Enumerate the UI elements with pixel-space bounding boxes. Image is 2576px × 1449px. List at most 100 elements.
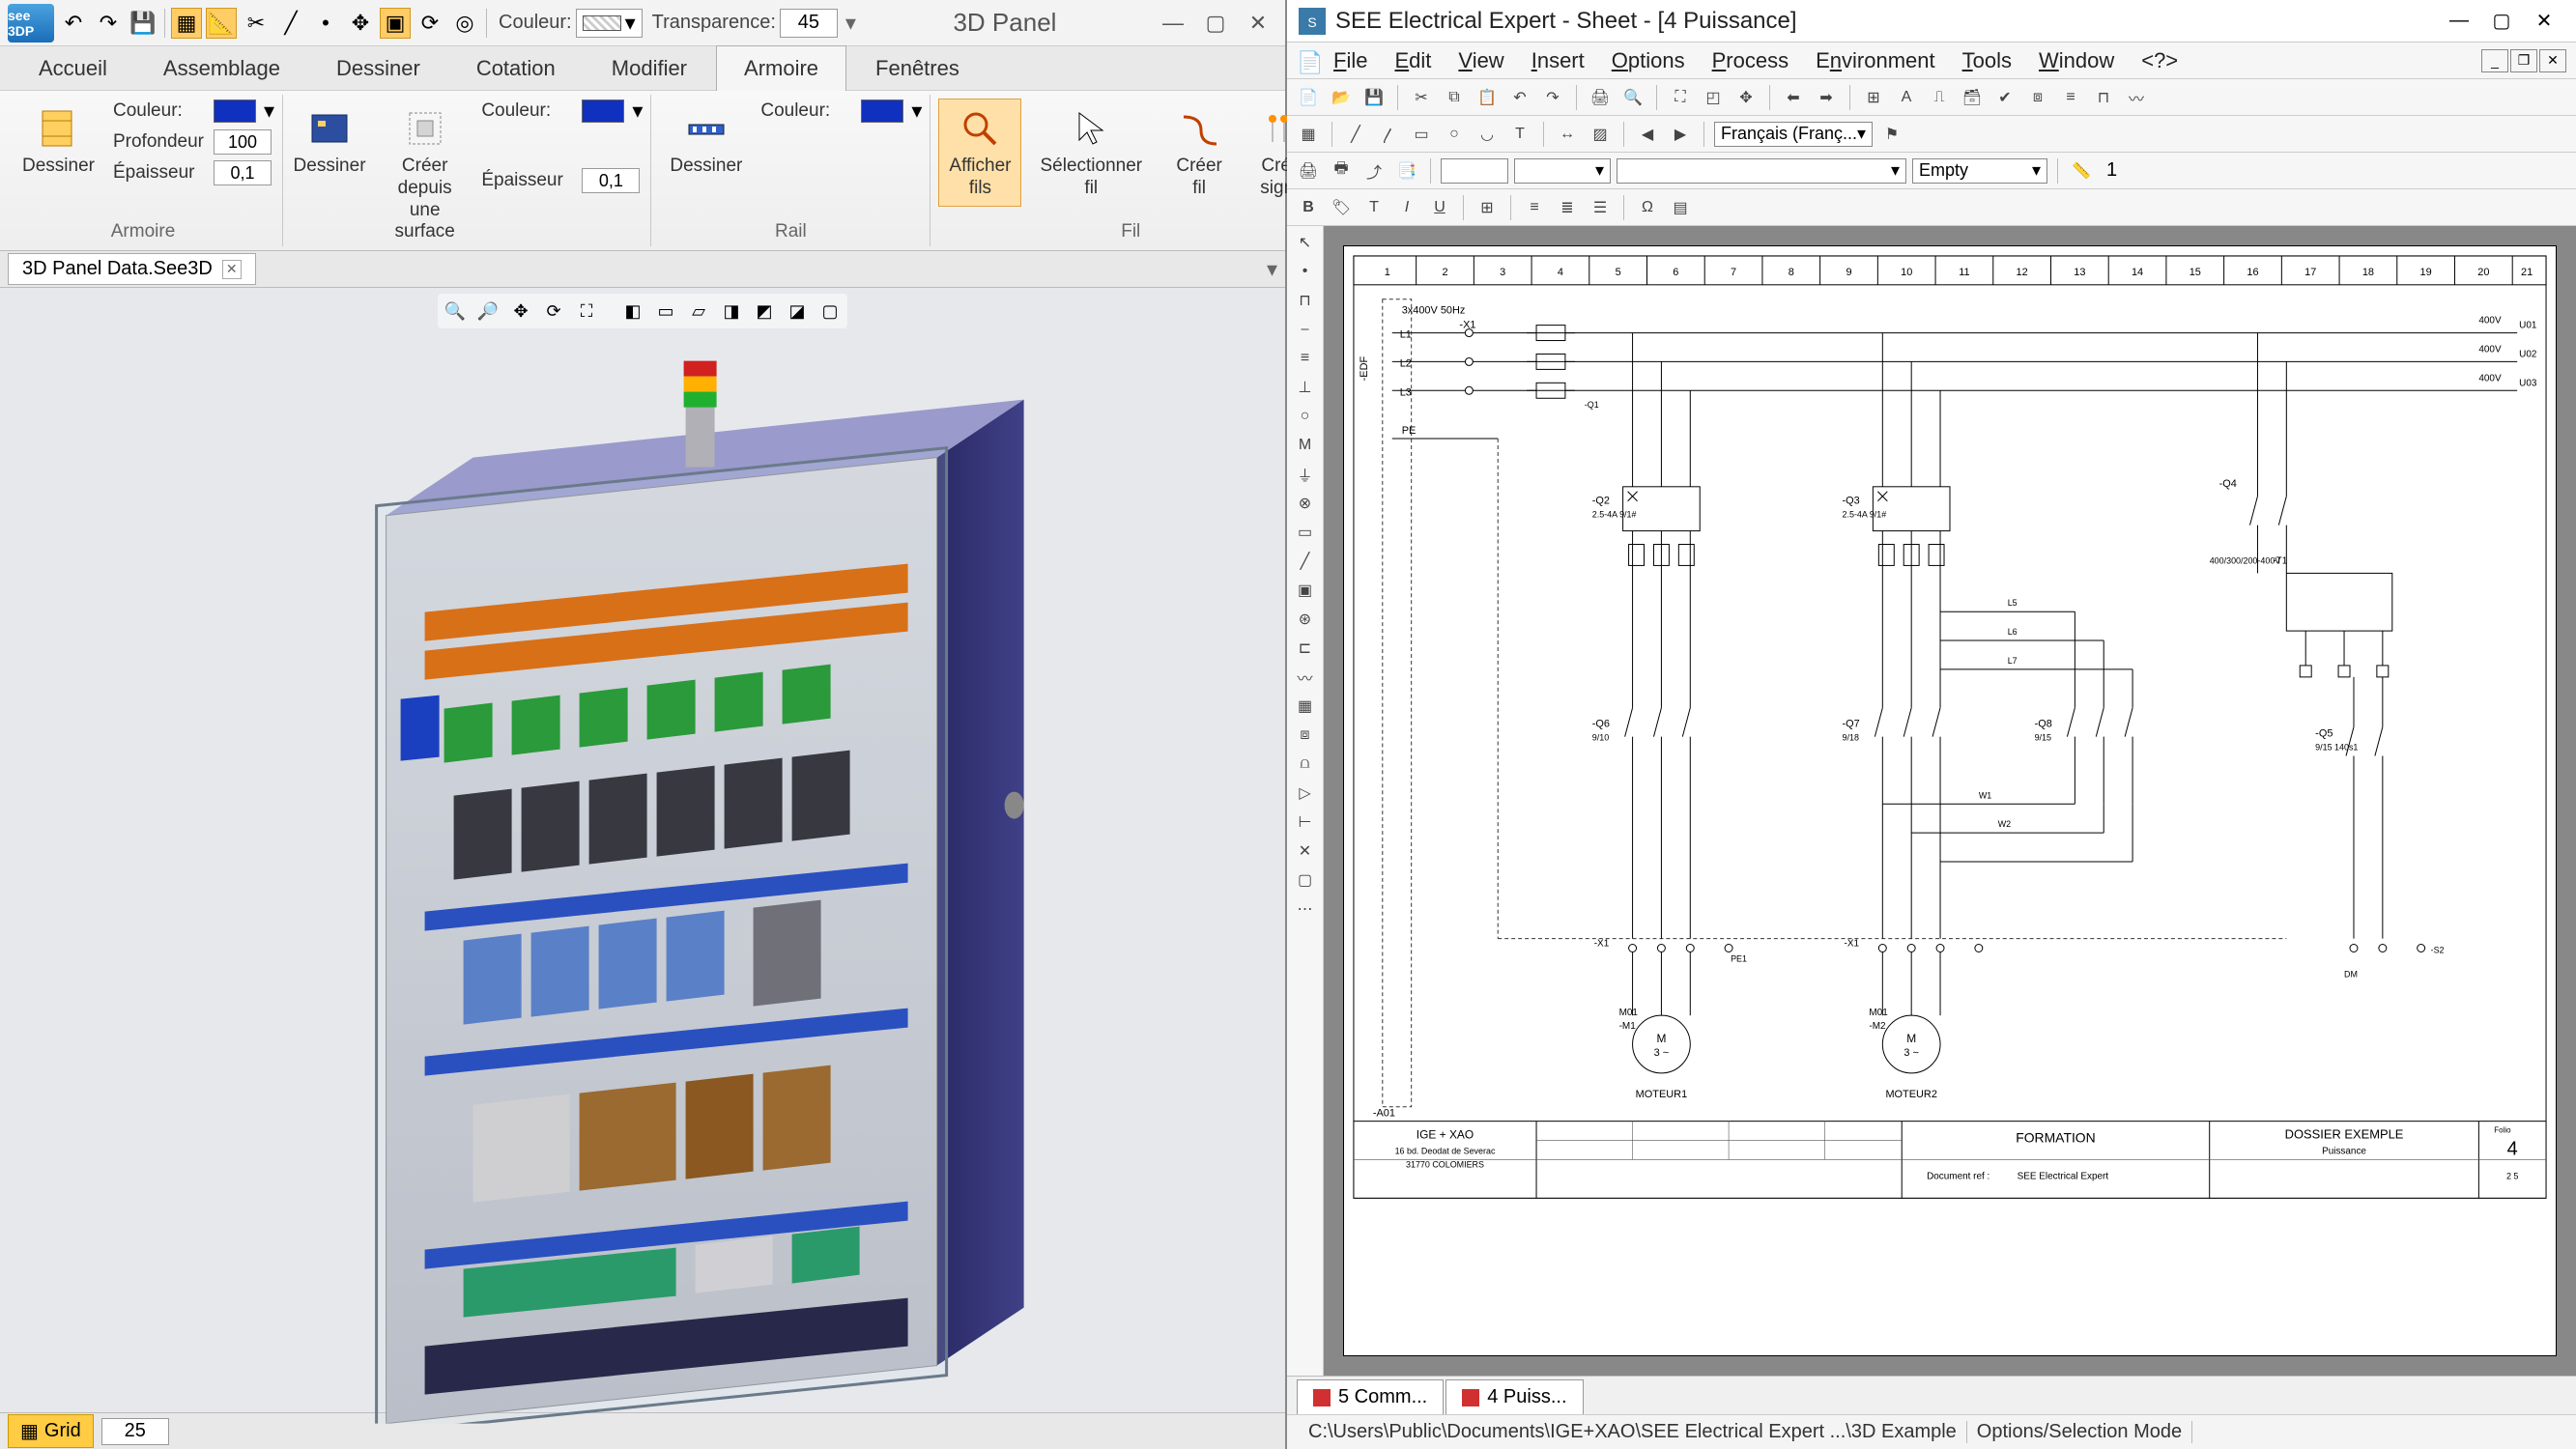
view-front-icon[interactable]: ▭ [652,298,679,325]
bus-icon[interactable]: ≡ [1291,346,1320,371]
paste-icon[interactable]: 📋 [1474,84,1501,111]
tab-cotation[interactable]: Cotation [449,46,583,91]
cap-icon[interactable]: ⊢ [1291,810,1320,835]
symbol2-icon[interactable]: ⊓ [1291,288,1320,313]
hatch-icon[interactable]: ▨ [1587,121,1614,148]
text2-icon[interactable]: T [1506,121,1533,148]
maximize-button[interactable]: ▢ [1196,8,1235,39]
italic-icon[interactable]: I [1393,194,1420,221]
cable-icon[interactable]: 〰 [2123,84,2150,111]
menu-window[interactable]: Window [2027,44,2126,77]
lamp-icon[interactable]: ⊛ [1291,607,1320,632]
scale-combo[interactable] [1441,158,1508,184]
tag-icon[interactable]: 🏷 [1328,194,1355,221]
relay-icon[interactable]: ▣ [1291,578,1320,603]
qat-rotate-icon[interactable]: ⟳ [415,8,445,39]
armoire-depth-input[interactable]: 100 [214,129,272,155]
orbit-icon[interactable]: ⟳ [540,298,567,325]
more-icon[interactable]: ⋯ [1291,896,1320,922]
tab-fenetres[interactable]: Fenêtres [848,46,987,91]
terminal-icon[interactable]: ⊓ [2090,84,2117,111]
qat-point-icon[interactable]: • [310,8,341,39]
menu-insert[interactable]: Insert [1520,44,1596,77]
viewport-3d[interactable]: 🔍 🔎 ✥ ⟳ ⛶ ◧ ▭ ▱ ◨ ◩ ◪ ▢ [0,288,1285,1412]
arrow-icon[interactable]: ↖ [1291,230,1320,255]
view-top-icon[interactable]: ▱ [685,298,712,325]
export-icon[interactable]: ⤴ [1360,157,1388,185]
diode-icon[interactable]: ▷ [1291,781,1320,806]
text-icon[interactable]: A [1893,84,1920,111]
ground-icon[interactable]: ⏚ [1291,462,1320,487]
plaque-color-swatch[interactable] [582,99,624,123]
zoom-out-icon[interactable]: 🔎 [474,298,501,325]
sheet-canvas[interactable]: 1234 5678 9101112 13141516 17181920 21 [1324,226,2576,1376]
zoom-fit-icon[interactable]: ⛶ [1667,84,1694,111]
qat-cut-icon[interactable]: ✂ [241,8,272,39]
qat-select-icon[interactable]: ▣ [380,8,411,39]
view-iso-icon[interactable]: ◧ [619,298,646,325]
tab-dessiner[interactable]: Dessiner [309,46,447,91]
open-icon[interactable]: 📂 [1328,84,1355,111]
copy-icon[interactable]: ⧉ [1441,84,1468,111]
next-icon[interactable]: ▶ [1667,121,1694,148]
sheet-icon[interactable]: ▢ [1291,867,1320,893]
qat-line-icon[interactable]: ╱ [275,8,306,39]
rail-draw-button[interactable]: Dessiner [659,99,753,185]
align-left-icon[interactable]: ≡ [1521,194,1548,221]
tab-accueil[interactable]: Accueil [12,46,134,91]
cut-icon[interactable]: ✂ [1408,84,1435,111]
pan-icon[interactable]: ✥ [1732,84,1760,111]
connect-icon[interactable]: ⎍ [1926,84,1953,111]
text3-icon[interactable]: T [1360,194,1388,221]
motor-icon[interactable]: M [1291,433,1320,458]
macro-icon[interactable]: ▤ [1667,194,1694,221]
menu-environment[interactable]: Environment [1804,44,1947,77]
plot-icon[interactable]: 🖶 [1328,157,1355,185]
layer-combo[interactable]: ▾ [1514,158,1611,184]
close-button[interactable]: ✕ [2524,6,2564,37]
char-icon[interactable]: Ω [1634,194,1661,221]
sheet-next-icon[interactable]: ➡ [1813,84,1840,111]
plaque-draw-button[interactable]: Dessiner [291,99,368,185]
view-right-icon[interactable]: ◩ [751,298,778,325]
save-icon[interactable]: 💾 [1360,84,1388,111]
polyline-icon[interactable]: 〳 [1375,121,1402,148]
qat-snap-icon[interactable]: 📐 [206,8,237,39]
circle-icon[interactable]: ○ [1441,121,1468,148]
menu-file[interactable]: File [1322,44,1379,77]
prev-icon[interactable]: ◀ [1634,121,1661,148]
trans-icon[interactable]: ⧈ [1291,723,1320,748]
connector-icon[interactable]: ⊏ [1291,636,1320,661]
mdi-minimize-icon[interactable]: _ [2481,49,2508,72]
tab-overflow-icon[interactable]: ▾ [1267,257,1277,282]
symbol-icon[interactable]: ⊞ [1860,84,1887,111]
mdi-restore-icon[interactable]: ❐ [2510,49,2537,72]
view-back-icon[interactable]: ◪ [784,298,811,325]
grid-toggle-button[interactable]: ▦Grid [8,1414,94,1448]
ref-icon[interactable]: ⊞ [1474,194,1501,221]
close-tab-icon[interactable]: ✕ [222,260,242,279]
menu-help[interactable]: <?> [2130,44,2190,77]
qat-view-icon[interactable]: ◎ [449,8,480,39]
xref-icon[interactable]: ⧈ [2024,84,2051,111]
fit-icon[interactable]: ⛶ [573,298,600,325]
maximize-button[interactable]: ▢ [2481,6,2522,37]
layer-icon[interactable]: ≡ [2057,84,2084,111]
close-button[interactable]: ✕ [1239,8,1277,39]
underline-icon[interactable]: U [1426,194,1453,221]
grid-icon[interactable]: ▦ [1295,121,1322,148]
qat-save-icon[interactable]: 💾 [128,8,158,39]
fuse-icon[interactable]: ▭ [1291,520,1320,545]
armoire-color-swatch[interactable] [214,99,256,123]
qat-transparency-input[interactable]: 45 [780,9,838,38]
mdi-close-icon[interactable]: ✕ [2539,49,2566,72]
sheet-tab-5[interactable]: 5 Comm... [1297,1379,1444,1414]
undo-icon[interactable]: ↶ [1506,84,1533,111]
pan-icon[interactable]: ✥ [507,298,534,325]
tab-armoire[interactable]: Armoire [716,45,846,92]
terminal2-icon[interactable]: ⊗ [1291,491,1320,516]
rect-icon[interactable]: ▭ [1408,121,1435,148]
line-icon[interactable]: ╱ [1342,121,1369,148]
armoire-draw-button[interactable]: Dessiner [12,99,105,185]
menu-tools[interactable]: Tools [1951,44,2023,77]
